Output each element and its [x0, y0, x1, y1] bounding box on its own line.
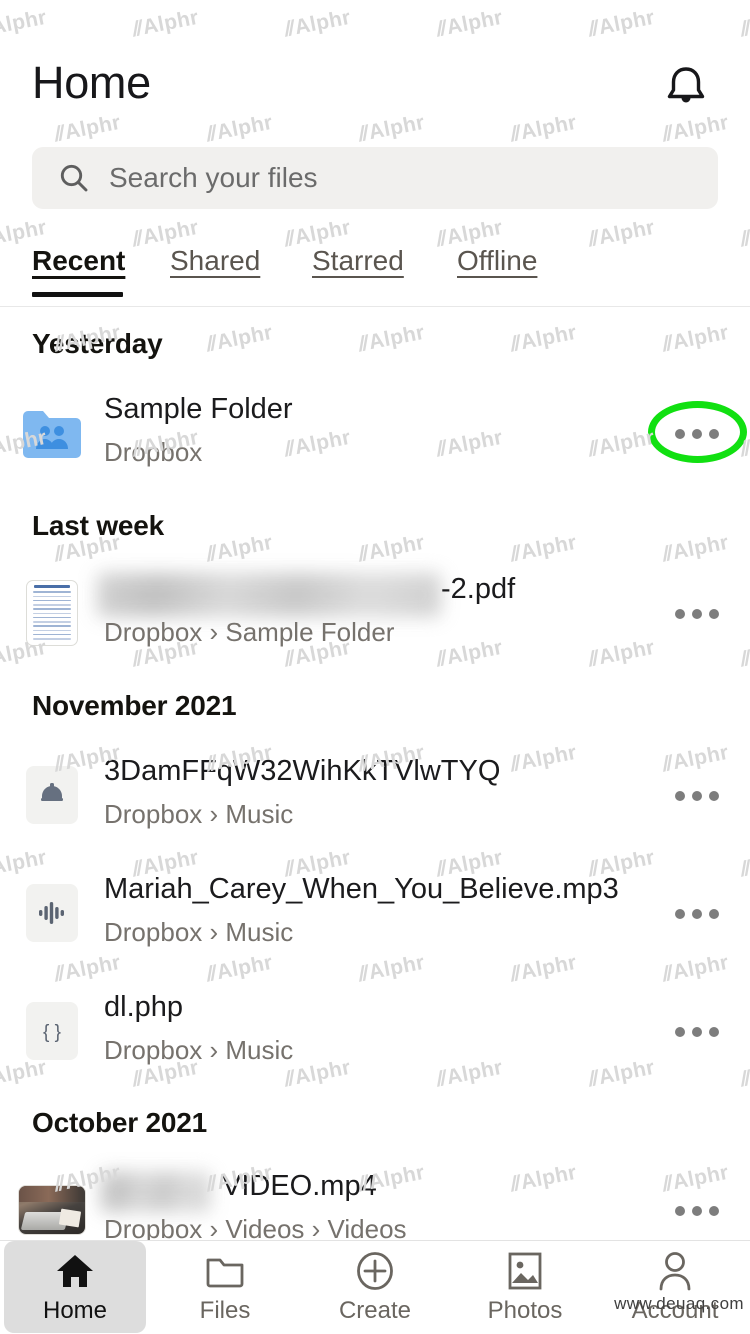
- nav-label: Create: [338, 1296, 412, 1324]
- nav-item-photos[interactable]: Photos: [450, 1241, 600, 1334]
- nav-label: Files: [199, 1296, 251, 1324]
- file-path: Dropbox › Music: [104, 1035, 294, 1065]
- redacted-filename: [100, 1172, 210, 1212]
- video-photo-thumbnail: [18, 1176, 86, 1244]
- section-header-november-2021: November 2021: [32, 690, 237, 721]
- file-path: Dropbox › Music: [104, 917, 294, 947]
- row-overflow-button[interactable]: [666, 415, 728, 453]
- file-path: Dropbox › Sample Folder: [104, 617, 395, 647]
- page-title: Home: [32, 57, 151, 108]
- ellipsis-icon: [675, 909, 685, 919]
- ellipsis-icon: [692, 791, 702, 801]
- tab-recent[interactable]: Recent: [32, 245, 125, 277]
- row-overflow-button[interactable]: [666, 595, 728, 633]
- section-header-last-week: Last week: [32, 510, 165, 541]
- plus-circle-icon: [355, 1251, 395, 1291]
- file-name: 3DamFFqW32WihKkTVlwTYQ: [104, 755, 501, 787]
- tab-shared[interactable]: Shared: [170, 245, 260, 277]
- active-tab-indicator: [32, 292, 123, 297]
- ellipsis-icon: [692, 609, 702, 619]
- search-bar[interactable]: [32, 147, 718, 209]
- filter-tabs: Recent Shared Starred Offline: [0, 245, 750, 307]
- search-input[interactable]: [109, 162, 649, 194]
- watermark-tile: //Alphr: [356, 320, 427, 357]
- file-name: VIDEO.mp4: [222, 1170, 377, 1202]
- nav-item-files[interactable]: Files: [150, 1241, 300, 1334]
- ellipsis-icon: [692, 429, 702, 439]
- watermark-tile: //Alphr: [508, 530, 579, 567]
- shared-folder-icon: [18, 399, 86, 467]
- watermark-tile: //Alphr: [204, 530, 275, 567]
- watermark-tile: //Alphr: [660, 530, 731, 567]
- file-name: -2.pdf: [441, 573, 516, 605]
- tab-offline[interactable]: Offline: [457, 245, 537, 277]
- section-header-yesterday: Yesterday: [32, 328, 163, 359]
- row-overflow-button[interactable]: [666, 1013, 728, 1051]
- folder-icon: [205, 1251, 245, 1291]
- nav-item-home[interactable]: Home: [0, 1241, 150, 1334]
- file-name: dl.php: [104, 991, 184, 1023]
- redacted-filename: [97, 573, 441, 617]
- audio-waveform-icon: [18, 879, 86, 947]
- search-icon: [58, 162, 90, 194]
- bell-icon: [664, 64, 708, 115]
- watermark-tile: //Alphr: [508, 320, 579, 357]
- home-icon: [55, 1251, 95, 1291]
- list-item[interactable]: Sample Folder Dropbox: [0, 385, 750, 481]
- site-watermark: www.deuaq.com: [614, 1294, 744, 1313]
- ellipsis-icon: [709, 1027, 719, 1037]
- code-file-icon: { }: [18, 997, 86, 1065]
- unknown-file-icon: [18, 761, 86, 829]
- row-overflow-button[interactable]: [666, 1192, 728, 1230]
- file-path: Dropbox: [104, 437, 203, 467]
- ellipsis-icon: [692, 909, 702, 919]
- ellipsis-icon: [709, 1206, 719, 1216]
- ellipsis-icon: [675, 429, 685, 439]
- ellipsis-icon: [709, 791, 719, 801]
- ellipsis-icon: [709, 429, 719, 439]
- dropbox-mobile-home-screen: Home Recent Shared Starred Offline: [0, 0, 750, 1334]
- file-name: Mariah_Carey_When_You_Believe.mp3: [104, 873, 619, 905]
- row-overflow-button[interactable]: [666, 777, 728, 815]
- nav-label: Home: [42, 1296, 108, 1324]
- watermark-tile: //Alphr: [356, 530, 427, 567]
- ellipsis-icon: [692, 1027, 702, 1037]
- pdf-document-thumbnail: [18, 579, 86, 647]
- nav-label: Photos: [487, 1296, 563, 1324]
- file-path: Dropbox › Music: [104, 799, 294, 829]
- tab-starred[interactable]: Starred: [312, 245, 404, 277]
- app-header: Home: [0, 0, 750, 140]
- ellipsis-icon: [692, 1206, 702, 1216]
- notifications-button[interactable]: [655, 60, 717, 118]
- nav-item-create[interactable]: Create: [300, 1241, 450, 1334]
- ellipsis-icon: [709, 609, 719, 619]
- ellipsis-icon: [709, 909, 719, 919]
- row-overflow-button[interactable]: [666, 895, 728, 933]
- list-item[interactable]: -2.pdf Dropbox › Sample Folder: [0, 565, 750, 661]
- list-item[interactable]: { } dl.php Dropbox › Music: [0, 983, 750, 1079]
- bottom-navigation: Home Files Create Photos Account: [0, 1240, 750, 1334]
- tabs-divider: [0, 306, 750, 307]
- image-icon: [507, 1251, 543, 1291]
- list-item[interactable]: Mariah_Carey_When_You_Believe.mp3 Dropbo…: [0, 865, 750, 961]
- watermark-tile: //Alphr: [660, 320, 731, 357]
- file-name: Sample Folder: [104, 393, 293, 425]
- list-item[interactable]: 3DamFFqW32WihKkTVlwTYQ Dropbox › Music: [0, 747, 750, 843]
- nav-item-account[interactable]: Account: [600, 1241, 750, 1334]
- svg-text:{ }: { }: [43, 1022, 61, 1043]
- ellipsis-icon: [675, 1027, 685, 1037]
- ellipsis-icon: [675, 1206, 685, 1216]
- ellipsis-icon: [675, 791, 685, 801]
- watermark-tile: //Alphr: [204, 320, 275, 357]
- ellipsis-icon: [675, 609, 685, 619]
- section-header-october-2021: October 2021: [32, 1107, 208, 1138]
- person-icon: [657, 1251, 693, 1291]
